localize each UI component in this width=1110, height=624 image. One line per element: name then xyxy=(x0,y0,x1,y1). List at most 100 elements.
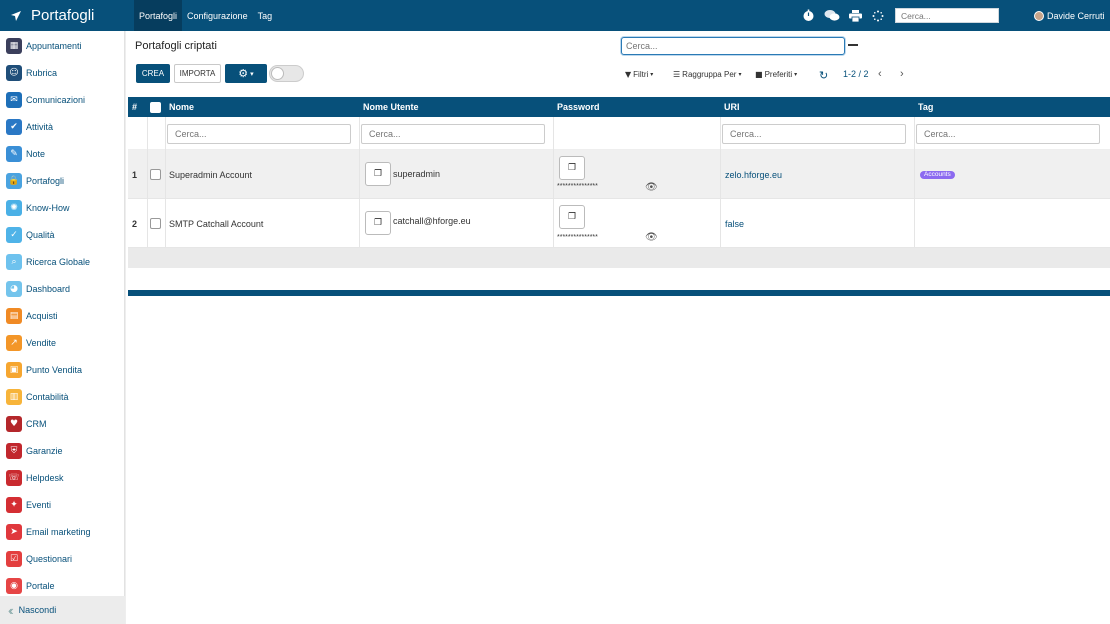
pager-value[interactable]: 1-2 / 2 xyxy=(843,69,869,79)
sidebar-item-questionari[interactable]: ☑ Questionari xyxy=(0,545,125,572)
copy-username-button[interactable]: ❐ xyxy=(365,211,391,235)
tag-filter-input[interactable] xyxy=(916,124,1100,144)
sidebar-item-label: Questionari xyxy=(26,553,73,564)
sidebar-item-know-how[interactable]: ✺ Know-How xyxy=(0,194,125,221)
sidebar-item-attivit[interactable]: ✔ Attività xyxy=(0,113,125,140)
group-by-dropdown[interactable]: ☰ Raggruppa Per ▾ xyxy=(673,70,741,79)
sidebar-item-email-marketing[interactable]: ➤ Email marketing xyxy=(0,518,125,545)
column-username[interactable]: Nome Utente xyxy=(363,97,419,117)
sidebar-item-dashboard[interactable]: ◕ Dashboard xyxy=(0,275,125,302)
sidebar-item-label: Dashboard xyxy=(26,283,71,294)
purchase-icon: ▤ xyxy=(6,307,22,324)
hide-sidebar-button[interactable]: ‹‹ Nascondi xyxy=(0,596,125,624)
sidebar-item-vendite[interactable]: ↗ Vendite xyxy=(0,329,125,356)
rocket-icon xyxy=(9,9,23,23)
column-uri[interactable]: URI xyxy=(724,97,740,117)
sidebar-item-contabilit[interactable]: ▥ Contabilità xyxy=(0,383,125,410)
column-password[interactable]: Password xyxy=(557,97,600,117)
sidebar-item-label: Attività xyxy=(26,121,54,132)
eye-icon[interactable]: 👁 xyxy=(645,182,658,193)
brain-icon: ✺ xyxy=(6,199,22,216)
pager-previous-icon[interactable]: ‹ xyxy=(878,68,882,80)
hide-label: Nascondi xyxy=(18,605,57,615)
tag-badge: Accounts xyxy=(920,171,955,179)
sidebar-item-eventi[interactable]: ✦ Eventi xyxy=(0,491,125,518)
collapse-search-icon[interactable] xyxy=(848,44,858,46)
copy-icon: ❐ xyxy=(373,169,383,179)
sidebar-item-ricerca-globale[interactable]: ⌕ Ricerca Globale xyxy=(0,248,125,275)
sidebar-item-portale[interactable]: ◉ Portale xyxy=(0,572,125,599)
search-input[interactable] xyxy=(621,37,845,55)
create-button[interactable]: CREA xyxy=(136,64,170,83)
sidebar-item-label: Qualità xyxy=(26,229,55,240)
sidebar-item-helpdesk[interactable]: ☏ Helpdesk xyxy=(0,464,125,491)
app-title: Portafogli xyxy=(31,7,95,24)
sidebar-item-qualit[interactable]: ✓ Qualità xyxy=(0,221,125,248)
shield-icon: ⛨ xyxy=(6,442,22,459)
sidebar-item-comunicazioni[interactable]: ✉ Comunicazioni xyxy=(0,86,125,113)
row-password: *************** xyxy=(557,183,598,190)
row-checkbox[interactable] xyxy=(150,169,161,180)
chat-icon[interactable] xyxy=(824,0,840,31)
column-name[interactable]: Nome xyxy=(169,97,194,117)
username-filter-input[interactable] xyxy=(361,124,545,144)
settings-dropdown-button[interactable]: ⚙ ▾ xyxy=(225,64,267,83)
pager-next-icon[interactable]: › xyxy=(900,68,904,80)
checkmark-icon: ✔ xyxy=(6,118,22,135)
sidebar-item-label: Rubrica xyxy=(26,67,58,78)
column-tag[interactable]: Tag xyxy=(918,97,933,117)
row-password: *************** xyxy=(557,234,598,241)
row-username: catchall@hforge.eu xyxy=(393,216,471,226)
double-chevron-left-icon: ‹‹ xyxy=(8,602,13,618)
sidebar-item-acquisti[interactable]: ▤ Acquisti xyxy=(0,302,125,329)
menu-item-portafogli[interactable]: Portafogli xyxy=(134,0,183,31)
sidebar-item-punto-vendita[interactable]: ▣ Punto Vendita xyxy=(0,356,125,383)
row-checkbox[interactable] xyxy=(150,218,161,229)
user-menu[interactable]: Davide Cerruti xyxy=(1034,0,1105,31)
copy-password-button[interactable]: ❐ xyxy=(559,205,585,229)
sidebar-item-appuntamenti[interactable]: ▦ Appuntamenti xyxy=(0,32,125,59)
paper-plane-icon: ➤ xyxy=(6,523,22,540)
chart-icon: ↗ xyxy=(6,334,22,351)
select-all-checkbox[interactable] xyxy=(150,102,161,113)
quality-icon: ✓ xyxy=(6,226,22,243)
refresh-icon[interactable]: ↻ xyxy=(819,69,828,82)
timer-icon[interactable] xyxy=(802,0,815,31)
app-brand[interactable]: Portafogli xyxy=(0,0,126,31)
import-button[interactable]: IMPORTA xyxy=(174,64,221,83)
filters-dropdown[interactable]: ▼ Filtri ▾ xyxy=(625,70,653,79)
survey-icon: ☑ xyxy=(6,550,22,567)
table-header: # Nome Nome Utente Password URI Tag xyxy=(128,97,1110,117)
name-filter-input[interactable] xyxy=(167,124,351,144)
eye-icon[interactable]: 👁 xyxy=(645,232,658,243)
row-uri[interactable]: zelo.hforge.eu xyxy=(725,170,782,180)
list-icon: ☰ xyxy=(673,70,681,79)
global-search-input[interactable] xyxy=(895,8,999,23)
sidebar-item-label: Comunicazioni xyxy=(26,94,86,105)
sidebar-item-note[interactable]: ✎ Note xyxy=(0,140,125,167)
row-name: SMTP Catchall Account xyxy=(169,219,264,229)
table-row[interactable]: 1 Superadmin Account ❐ superadmin ❐ ****… xyxy=(128,150,1110,199)
copy-password-button[interactable]: ❐ xyxy=(559,156,585,180)
menu-item-tag[interactable]: Tag xyxy=(253,0,278,31)
sidebar-item-label: Note xyxy=(26,148,46,159)
sidebar-item-garanzie[interactable]: ⛨ Garanzie xyxy=(0,437,125,464)
bookmark-icon: ■ xyxy=(755,70,763,79)
table-row[interactable]: 2 SMTP Catchall Account ❐ catchall@hforg… xyxy=(128,199,1110,248)
sidebar-item-portafogli[interactable]: 🔒 Portafogli xyxy=(0,167,125,194)
user-name: Davide Cerruti xyxy=(1047,10,1105,21)
page-title: Portafogli criptati xyxy=(135,40,217,52)
caret-down-icon: ▾ xyxy=(794,72,798,78)
caret-down-icon: ▾ xyxy=(650,72,654,78)
contacts-icon: ☺ xyxy=(6,64,22,81)
archive-toggle[interactable] xyxy=(269,65,304,82)
copy-username-button[interactable]: ❐ xyxy=(365,162,391,186)
row-username: superadmin xyxy=(393,169,441,179)
row-uri[interactable]: false xyxy=(725,219,744,229)
sidebar-item-crm[interactable]: ♥ CRM xyxy=(0,410,125,437)
favorites-dropdown[interactable]: ■ Preferiti ▾ xyxy=(755,70,797,79)
sidebar-item-rubrica[interactable]: ☺ Rubrica xyxy=(0,59,125,86)
menu-item-configurazione[interactable]: Configurazione xyxy=(182,0,253,31)
uri-filter-input[interactable] xyxy=(722,124,906,144)
printer-icon[interactable] xyxy=(849,0,862,31)
